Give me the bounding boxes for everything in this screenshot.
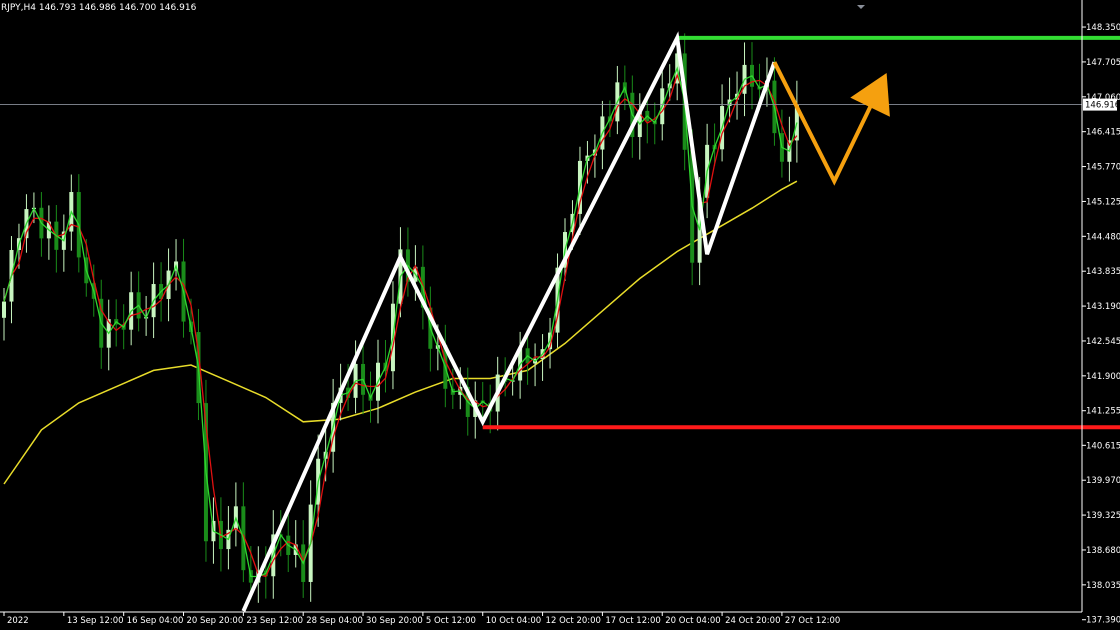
- y-tick-label: 141.900: [1086, 372, 1120, 382]
- y-tick-label: 138.680: [1086, 546, 1120, 556]
- x-tick-label: 24 Oct 20:00: [725, 616, 780, 626]
- x-tick-label: 10 Oct 04:00: [486, 616, 541, 626]
- y-tick-label: 148.350: [1086, 23, 1120, 33]
- x-tick-label: 30 Sep 20:00: [366, 616, 423, 626]
- x-tick-label: 5 Oct 12:00: [426, 616, 476, 626]
- y-tick-label: 145.125: [1086, 197, 1120, 207]
- price-chart[interactable]: 148.350147.705147.060146.415145.770145.1…: [0, 0, 1120, 630]
- y-tick-label: 137.390: [1086, 616, 1120, 626]
- x-tick-label: 23 Sep 12:00: [246, 616, 303, 626]
- y-tick-label: 143.190: [1086, 302, 1120, 312]
- y-tick-label: 141.255: [1086, 407, 1120, 417]
- y-tick-label: 145.770: [1086, 163, 1120, 173]
- x-tick-label: 27 Oct 12:00: [785, 616, 840, 626]
- x-tick-label: 28 Sep 04:00: [306, 616, 363, 626]
- candle-body: [2, 301, 6, 318]
- y-tick-label: 144.480: [1086, 232, 1120, 242]
- ma-slow-line: [3, 180, 798, 485]
- y-tick-label: 142.545: [1086, 337, 1120, 347]
- x-tick-label: 20 Sep 20:00: [187, 616, 244, 626]
- x-tick-label: 17 Oct 12:00: [605, 616, 660, 626]
- y-tick-label: 146.415: [1086, 128, 1120, 138]
- y-tick-label: 139.970: [1086, 476, 1120, 486]
- current-price-label: 146.916: [1085, 101, 1120, 111]
- x-tick-label: 16 Sep 04:00: [127, 616, 184, 626]
- x-tick-label: 12 Oct 20:00: [546, 616, 601, 626]
- x-tick-label: 13 Sep 12:00: [67, 616, 124, 626]
- chart-shift-marker-icon[interactable]: [857, 5, 865, 9]
- y-tick-label: 140.615: [1086, 441, 1120, 451]
- zigzag-line: [241, 31, 777, 612]
- x-tick-label: 2022: [7, 616, 29, 626]
- x-tick-label: 20 Oct 04:00: [665, 616, 720, 626]
- y-tick-label: 143.835: [1086, 267, 1120, 277]
- ma-fast-line: [3, 66, 798, 578]
- y-tick-label: 147.705: [1086, 58, 1120, 68]
- y-tick-label: 138.035: [1086, 581, 1120, 591]
- y-tick-label: 139.325: [1086, 511, 1120, 521]
